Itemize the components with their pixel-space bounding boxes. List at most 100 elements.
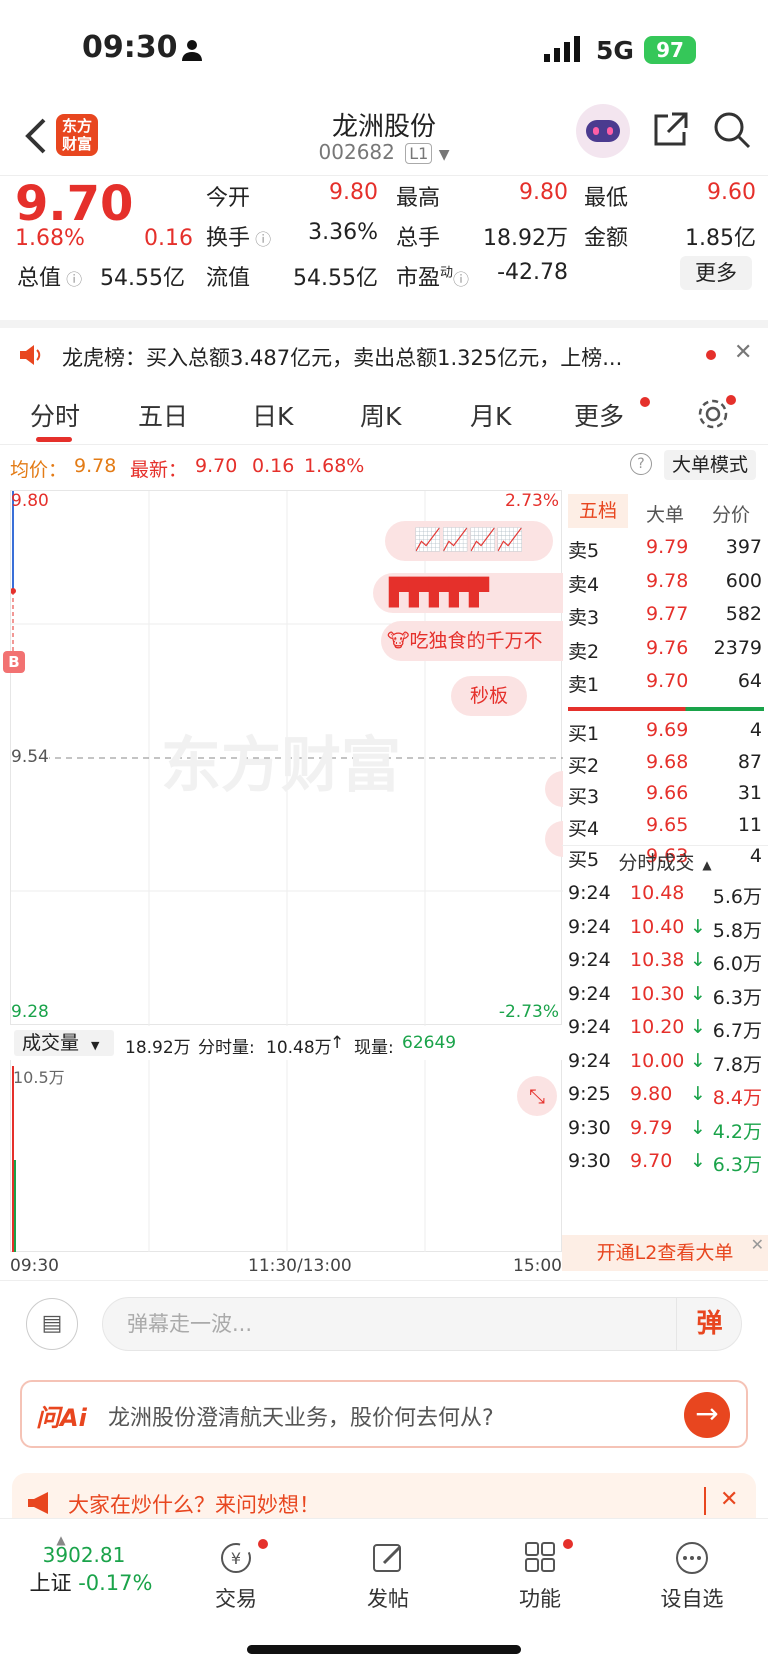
x-axis-label: 11:30/13:00	[248, 1256, 352, 1276]
nav-post[interactable]: 发帖	[338, 1539, 438, 1613]
signal-icon	[544, 36, 580, 62]
rocket-emoji-bubble[interactable]: 📈📈📈📈	[385, 521, 553, 561]
ask-row[interactable]: 卖5 9.79 397	[562, 532, 768, 565]
trade-arrow: ↓	[690, 1083, 706, 1105]
trade-price: 9.80	[630, 1083, 673, 1105]
book-tab-price[interactable]: 分价	[712, 500, 750, 527]
more-circle-icon	[676, 1542, 708, 1574]
ask-volume: 64	[737, 670, 762, 692]
trade-volume: 6.3万	[712, 1154, 762, 1176]
close-icon[interactable]: ✕	[734, 340, 752, 365]
bid-row[interactable]: 买2 9.68 87	[562, 747, 768, 780]
settings-gear-icon[interactable]	[696, 397, 730, 431]
tab-weekly-k[interactable]: 周K	[360, 397, 401, 433]
limit-up-emoji-bubble[interactable]: ▛▛▛▛▛	[373, 573, 563, 613]
search-icon[interactable]	[712, 110, 752, 150]
bid-level: 买3	[568, 786, 600, 808]
help-icon[interactable]: ?	[630, 453, 652, 475]
bid-level: 买2	[568, 754, 600, 777]
trade-arrow: ↓	[690, 1150, 706, 1172]
bid-price: 9.65	[646, 813, 689, 836]
bid-row[interactable]: 买3 9.66 31	[562, 778, 768, 811]
ask-volume: 582	[725, 603, 762, 625]
ask-row[interactable]: 卖4 9.78 600	[562, 566, 768, 599]
tab-underline	[36, 437, 72, 442]
ask-row[interactable]: 卖2 9.76 2379	[562, 633, 768, 666]
chart-watermark: 东方财富	[161, 731, 401, 801]
trade-row: 9:30 9.70 ↓ 6.3万	[562, 1146, 768, 1181]
danmu-bubble-1[interactable]: 🐮吃独食的千万不	[381, 621, 563, 661]
volume-select[interactable]: 成交量 ▼	[14, 1030, 114, 1056]
volume-header: 成交量 ▼ 18.92万 分时量: 10.48万 ↑ 现量: 62649	[10, 1027, 562, 1060]
nav-functions[interactable]: 功能	[490, 1539, 590, 1613]
trade-price: 10.20	[630, 1016, 685, 1038]
book-tab-five[interactable]: 五档	[568, 494, 628, 528]
nav-add-watchlist-label: 设自选	[660, 1587, 724, 1611]
trade-arrow: ↓	[690, 915, 706, 938]
network-label: 5G	[596, 36, 634, 65]
tab-more[interactable]: 更多	[574, 397, 624, 433]
ai-question-card[interactable]: 问Ai 龙洲股份澄清航天业务，股价何去何从? →	[20, 1380, 748, 1448]
volume-value: 18.92万	[483, 226, 568, 251]
bid-row[interactable]: 买4 9.65 11	[562, 810, 768, 843]
close-icon[interactable]: ✕	[720, 1487, 738, 1512]
chart-bottom-price: 9.28	[11, 1002, 49, 1022]
trade-row: 9:24 10.30 ↓ 6.3万	[562, 979, 768, 1014]
trades-header[interactable]: 分时成交 ▲	[562, 845, 768, 875]
tab-monthly-k[interactable]: 月K	[470, 397, 511, 433]
fs-label: 分时量:	[198, 1038, 255, 1058]
trade-price: 10.30	[630, 982, 685, 1005]
stock-code: 002682	[318, 140, 395, 164]
status-bar: 09:30 5G 97	[0, 0, 768, 100]
danmu-settings-icon[interactable]: ▤	[26, 1298, 78, 1350]
bid-volume: 4	[749, 719, 762, 741]
trade-volume: 6.7万	[712, 1020, 762, 1042]
danmu-send-button[interactable]: 弹	[676, 1297, 742, 1351]
index-widget[interactable]: ▲ 3902.81 上证 -0.17%	[16, 1533, 166, 1597]
trade-arrow: ↓	[690, 1116, 706, 1139]
yen-exchange-icon: ¥	[221, 1543, 251, 1573]
intraday-chart[interactable]: 9.80 2.73% 9.54 9.28 -2.73% 东方财富 B 📈📈📈📈 …	[3, 490, 563, 1026]
tab-daily-k[interactable]: 日K	[252, 397, 293, 433]
l2-promo[interactable]: 开通L2查看大单 ✕	[562, 1235, 768, 1271]
share-icon[interactable]	[652, 110, 690, 148]
danmu-bubble-2[interactable]: 秒板	[451, 676, 527, 716]
more-button[interactable]: 更多	[680, 256, 752, 290]
float-value: 54.55亿	[293, 266, 378, 291]
low-value: 9.60	[707, 180, 756, 205]
volume-chart[interactable]: 10.5万 ⤡	[10, 1060, 562, 1252]
price-pct: 1.68%	[15, 226, 85, 251]
robot-avatar-icon[interactable]	[576, 104, 630, 158]
bid-volume: 87	[737, 750, 762, 773]
bid-row[interactable]: 买1 9.69 4	[562, 715, 768, 748]
big-order-mode-button[interactable]: 大单模式	[664, 450, 756, 480]
trade-row: 9:25 9.80 ↓ 8.4万	[562, 1079, 768, 1114]
expand-icon[interactable]: ⤡	[517, 1076, 557, 1116]
ask-row[interactable]: 卖1 9.70 64	[562, 666, 768, 699]
nav-add-watchlist[interactable]: 设自选	[642, 1539, 742, 1613]
bid-price: 9.68	[646, 750, 689, 773]
settings-dot	[726, 395, 736, 405]
chart-top-pct: 2.73%	[504, 491, 559, 511]
tab-intraday[interactable]: 分时	[30, 397, 80, 433]
tab-five-day[interactable]: 五日	[138, 397, 188, 433]
danmu-input[interactable]: 弹幕走一波...	[102, 1297, 742, 1351]
trade-price: 10.40	[630, 915, 685, 938]
ask-price: 9.78	[646, 569, 689, 592]
trade-arrow: ↓	[690, 1049, 706, 1072]
edit-post-icon	[373, 1544, 402, 1572]
ask-price: 9.77	[646, 603, 689, 625]
bid-volume: 11	[737, 813, 762, 836]
book-tab-big[interactable]: 大单	[646, 500, 684, 527]
trade-arrow: ↓	[690, 982, 706, 1005]
open-value: 9.80	[329, 180, 378, 205]
ask-level: 卖2	[568, 640, 600, 663]
trade-volume: 5.6万	[712, 886, 762, 908]
unread-dot	[706, 350, 716, 360]
nav-trade[interactable]: ¥ 交易	[186, 1539, 286, 1613]
open-label: 今开	[206, 186, 251, 211]
arrow-right-icon[interactable]: →	[684, 1392, 730, 1438]
dragon-tiger-banner[interactable]: 龙虎榜：买入总额3.487亿元，卖出总额1.325亿元，上榜... ✕	[0, 320, 768, 382]
ask-row[interactable]: 卖3 9.77 582	[562, 599, 768, 632]
x-axis-label: 15:00	[513, 1256, 562, 1276]
